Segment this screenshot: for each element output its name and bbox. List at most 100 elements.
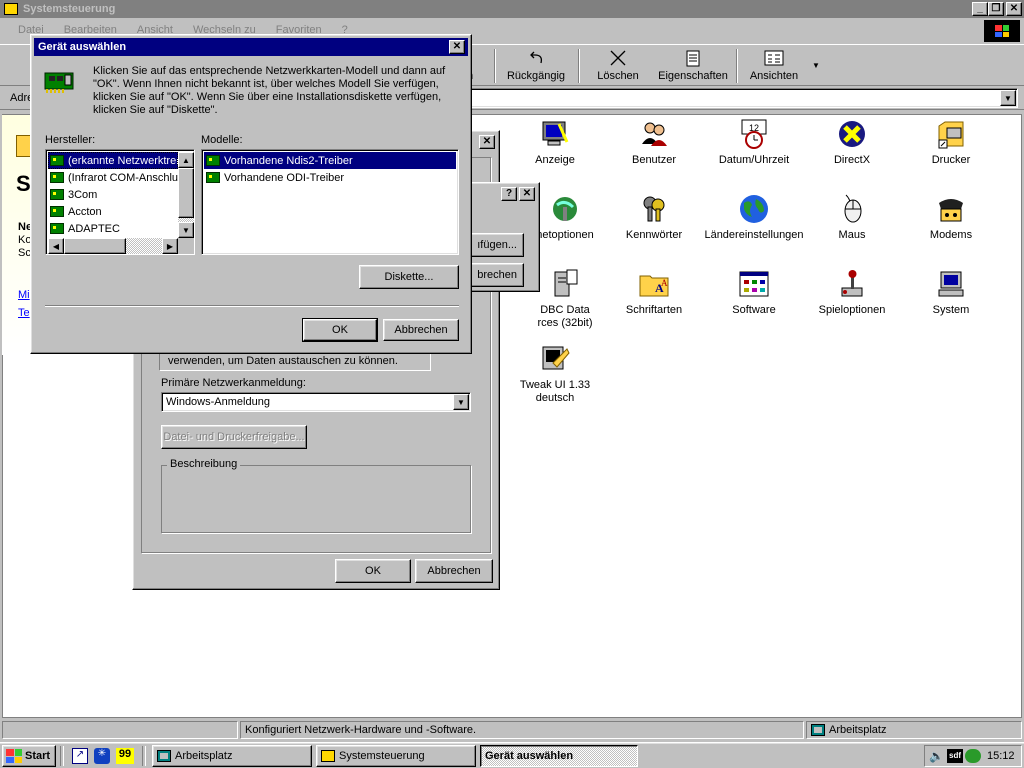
control-panel-icon[interactable] bbox=[4, 3, 18, 15]
description-label: Beschreibung bbox=[167, 458, 241, 470]
toolbar-delete-button[interactable]: Löschen bbox=[584, 45, 652, 85]
cp-item-kennwoerter[interactable]: Kennwörter bbox=[604, 193, 704, 242]
fonts-folder-icon: AA bbox=[639, 275, 669, 297]
status-zone: Arbeitsplatz bbox=[806, 721, 1022, 739]
clock-calendar-icon: 12 bbox=[741, 119, 767, 149]
description-group bbox=[161, 465, 471, 533]
taskbar: Start ↗ ✳ 99 Arbeitsplatz Systemsteuerun… bbox=[0, 742, 1024, 768]
joystick-icon bbox=[841, 270, 863, 297]
my-computer-icon bbox=[157, 750, 171, 762]
cp-item-benutzer[interactable]: Benutzer bbox=[604, 118, 704, 167]
add-dialog-close-button[interactable]: ✕ bbox=[519, 187, 535, 201]
panel-link[interactable]: Te bbox=[18, 307, 30, 319]
cp-item-spieloptionen[interactable]: Spieloptionen bbox=[802, 268, 902, 317]
help-button[interactable]: ? bbox=[501, 187, 517, 201]
tray-badge[interactable]: sdf bbox=[947, 749, 963, 763]
clock[interactable]: 15:12 bbox=[987, 750, 1015, 762]
models-list[interactable]: Vorhandene Ndis2-Treiber Vorhandene ODI-… bbox=[201, 149, 459, 255]
control-panel-icon bbox=[321, 750, 335, 762]
manufacturers-list[interactable]: (erkannte Netzwerktreib (Infrarot COM-An… bbox=[45, 149, 195, 255]
scroll-right-arrow-icon[interactable]: ▶ bbox=[162, 238, 178, 254]
software-icon bbox=[739, 271, 769, 297]
list-item[interactable]: (Infrarot COM-Anschluss bbox=[48, 169, 178, 186]
select-device-close-button[interactable]: ✕ bbox=[449, 40, 465, 54]
cp-item-tweakui[interactable]: Tweak UI 1.33 deutsch bbox=[505, 343, 605, 405]
cp-item-software[interactable]: Software bbox=[704, 268, 804, 317]
cp-item-system[interactable]: System bbox=[901, 268, 1001, 317]
select-device-ok-button[interactable]: OK bbox=[302, 318, 378, 342]
network-cancel-button[interactable]: Abbrechen bbox=[415, 559, 493, 583]
connection-icon[interactable] bbox=[965, 749, 981, 763]
scroll-left-arrow-icon[interactable]: ◀ bbox=[48, 238, 64, 254]
manufacturers-vscrollbar[interactable]: ▲ ▼ bbox=[178, 152, 194, 238]
hscroll-thumb[interactable] bbox=[64, 238, 126, 254]
minimize-button[interactable]: _ bbox=[972, 2, 988, 16]
models-label: Modelle: bbox=[201, 134, 243, 146]
my-computer-icon bbox=[811, 724, 825, 736]
cp-item-maus[interactable]: Maus bbox=[802, 193, 902, 242]
disk-button[interactable]: Diskette... bbox=[359, 265, 459, 289]
windows-logo-icon bbox=[984, 20, 1020, 42]
primary-logon-dropdown-button[interactable]: ▼ bbox=[453, 394, 469, 410]
volume-icon[interactable]: 🔈 bbox=[929, 749, 944, 763]
address-dropdown-button[interactable]: ▼ bbox=[1000, 90, 1016, 106]
cp-item-anzeige[interactable]: Anzeige bbox=[505, 118, 605, 167]
computer-icon bbox=[938, 271, 964, 297]
network-ok-button[interactable]: OK bbox=[335, 559, 411, 583]
select-device-title-bar[interactable]: Gerät auswählen bbox=[34, 38, 468, 56]
delete-icon bbox=[610, 50, 626, 66]
views-dropdown-arrow-icon[interactable]: ▼ bbox=[812, 61, 820, 70]
cp-item-datum-uhrzeit[interactable]: 12 Datum/Uhrzeit bbox=[704, 118, 804, 167]
odbc-icon bbox=[554, 269, 578, 297]
list-item[interactable]: Vorhandene ODI-Treiber bbox=[204, 169, 456, 186]
tweakui-icon bbox=[542, 346, 570, 370]
main-title-bar[interactable]: Systemsteuerung bbox=[0, 0, 1024, 18]
scroll-thumb[interactable] bbox=[178, 168, 194, 218]
toolbar-undo-button[interactable]: Rückgängig bbox=[500, 45, 572, 85]
file-print-sharing-button[interactable]: Datei- und Druckerfreigabe... bbox=[161, 425, 307, 449]
list-item[interactable]: Accton bbox=[48, 203, 178, 220]
select-device-dialog: Gerät auswählen ✕ Klicken Sie auf das en… bbox=[30, 34, 472, 354]
printer-icon bbox=[938, 121, 964, 149]
select-device-cancel-button[interactable]: Abbrechen bbox=[383, 319, 459, 341]
task-systemsteuerung[interactable]: Systemsteuerung bbox=[316, 745, 476, 767]
cp-item-schriftarten[interactable]: AA Schriftarten bbox=[604, 268, 704, 317]
status-text: Konfiguriert Netzwerk-Hardware und -Soft… bbox=[240, 721, 804, 739]
toolbar-views-button[interactable]: Ansichten bbox=[742, 45, 806, 85]
keys-icon bbox=[643, 196, 665, 222]
quick-launch-app-icon[interactable]: 99 bbox=[116, 748, 134, 764]
close-button[interactable]: ✕ bbox=[1006, 2, 1022, 16]
primary-logon-select[interactable]: Windows-Anmeldung bbox=[161, 392, 471, 412]
address-input[interactable] bbox=[470, 88, 1018, 108]
internet-options-icon bbox=[553, 197, 577, 221]
task-arbeitsplatz[interactable]: Arbeitsplatz bbox=[152, 745, 312, 767]
toolbar-properties-button[interactable]: Eigenschaften bbox=[654, 45, 732, 85]
system-tray: 🔈 sdf 15:12 bbox=[924, 745, 1022, 767]
task-geraet-auswaehlen[interactable]: Gerät auswählen bbox=[480, 745, 638, 767]
list-item[interactable]: (erkannte Netzwerktreib bbox=[48, 152, 178, 169]
scroll-down-arrow-icon[interactable]: ▼ bbox=[178, 222, 194, 238]
windows-flag-icon bbox=[6, 749, 22, 763]
list-item[interactable]: ADAPTEC bbox=[48, 220, 178, 237]
panel-link[interactable]: Mi bbox=[18, 289, 30, 301]
left-info-panel: S Ne Ko Sc Mi Te bbox=[2, 115, 32, 355]
instructions-text: Klicken Sie auf das entsprechende Netzwe… bbox=[93, 65, 446, 116]
quick-launch-browser-icon[interactable]: ✳ bbox=[94, 748, 110, 764]
maximize-button[interactable]: ❐ bbox=[988, 2, 1004, 16]
quick-launch-desktop-icon[interactable]: ↗ bbox=[72, 748, 88, 764]
cp-item-directx[interactable]: DirectX bbox=[802, 118, 902, 167]
manufacturers-label: Hersteller: bbox=[45, 134, 96, 146]
display-icon bbox=[542, 121, 569, 146]
list-item[interactable]: 3Com bbox=[48, 186, 178, 203]
cp-item-laendereinstellungen[interactable]: Ländereinstellungen bbox=[704, 193, 804, 242]
users-icon bbox=[642, 122, 667, 146]
modem-icon bbox=[939, 199, 963, 222]
cp-item-modems[interactable]: Modems bbox=[901, 193, 1001, 242]
cp-item-drucker[interactable]: Drucker bbox=[901, 118, 1001, 167]
network-dialog-close-button[interactable]: ✕ bbox=[479, 135, 495, 149]
list-item[interactable]: Vorhandene Ndis2-Treiber bbox=[204, 152, 456, 169]
scroll-up-arrow-icon[interactable]: ▲ bbox=[178, 152, 194, 168]
manufacturers-hscrollbar[interactable]: ◀ ▶ bbox=[48, 238, 178, 254]
start-button[interactable]: Start bbox=[2, 745, 56, 767]
primary-logon-label: Primäre Netzwerkanmeldung: bbox=[161, 377, 306, 389]
